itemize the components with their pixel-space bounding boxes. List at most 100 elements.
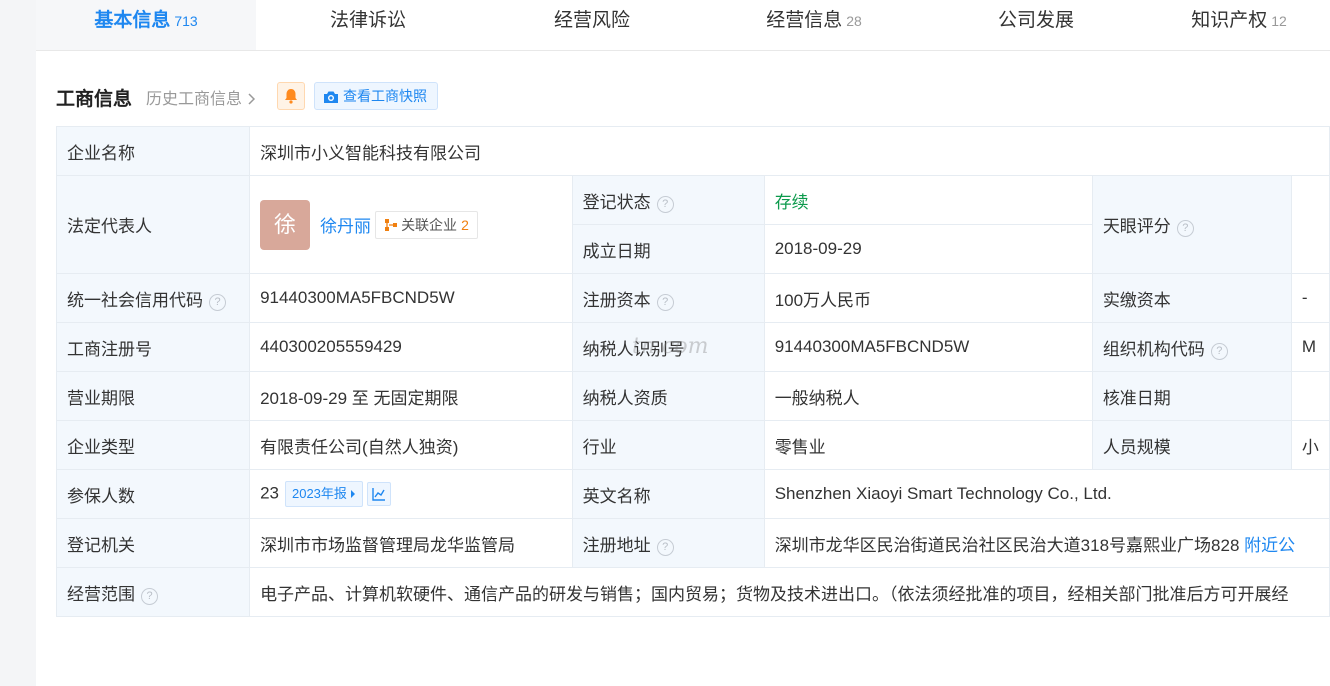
insured-value: 23	[260, 483, 279, 503]
term-value: 2018-09-29 至 无固定期限	[249, 371, 573, 421]
tab-label: 法律诉讼	[329, 10, 406, 31]
staff-label: 人员规模	[1091, 420, 1292, 470]
en-name-label: 英文名称	[571, 469, 765, 519]
insured-cell: 23 2023年报	[249, 469, 573, 519]
staff-value: 小	[1290, 420, 1330, 470]
table-row: 企业类型 有限责任公司(自然人独资) 行业 零售业 人员规模 小	[55, 420, 1330, 470]
authority-value: 深圳市市场监督管理局龙华监管局	[249, 518, 573, 568]
company-name-label: 企业名称	[55, 126, 251, 176]
help-icon[interactable]: ?	[656, 538, 674, 556]
history-link-label: 历史工商信息	[146, 91, 243, 108]
network-icon	[385, 218, 398, 231]
table-row: 登记机关 深圳市市场监督管理局龙华监管局 注册地址? 深圳市龙华区民治街道民治社…	[55, 518, 1330, 568]
related-label: 关联企业	[401, 216, 458, 233]
org-code-label: 组织机构代码	[1102, 339, 1205, 359]
address-cell: 深圳市龙华区民治街道民治社区民治大道318号嘉熙业广场828 附近公	[763, 518, 1330, 568]
bell-icon	[285, 89, 297, 104]
tab-basic-info[interactable]: 基本信息 713	[36, 0, 256, 50]
status-label: 登记状态	[582, 192, 651, 212]
help-icon[interactable]: ?	[1210, 342, 1228, 360]
score-value	[1290, 175, 1330, 274]
legal-rep-link[interactable]: 徐丹丽	[320, 217, 371, 236]
history-link[interactable]: 历史工商信息	[146, 85, 256, 109]
tab-label: 经营信息	[766, 10, 843, 31]
snapshot-label: 查看工商快照	[343, 88, 427, 104]
org-code-value: M	[1290, 322, 1330, 372]
paid-capital-label: 实缴资本	[1091, 273, 1292, 323]
reg-capital-value: 100万人民币	[763, 273, 1093, 323]
credit-code-label: 统一社会信用代码	[67, 290, 203, 310]
table-row: 经营范围? 电子产品、计算机软硬件、通信产品的研发与销售；国内贸易；货物及技术进…	[55, 567, 1330, 617]
legal-rep-label: 法定代表人	[55, 175, 251, 274]
tab-bar: 基本信息 713 法律诉讼 经营风险 经营信息 28 公司发展 知识产权 12	[36, 0, 1330, 51]
related-companies-button[interactable]: 关联企业 2	[375, 210, 478, 239]
related-count: 2	[461, 216, 469, 233]
help-icon[interactable]: ?	[141, 587, 158, 605]
credit-code-label-cell: 统一社会信用代码?	[55, 273, 251, 323]
company-name: 深圳市小义智能科技有限公司	[249, 126, 1330, 176]
scope-value: 电子产品、计算机软硬件、通信产品的研发与销售；国内贸易；货物及技术进出口。（依法…	[249, 567, 1330, 617]
tab-legal[interactable]: 法律诉讼	[258, 0, 478, 50]
reg-no-value: 440300205559429	[249, 322, 573, 372]
help-icon[interactable]: ?	[656, 195, 674, 213]
monitor-bell-button[interactable]	[277, 82, 305, 110]
en-name-value: Shenzhen Xiaoyi Smart Technology Co., Lt…	[763, 469, 1330, 519]
reg-capital-label-cell: 注册资本?	[571, 273, 765, 323]
taxpayer-id-label: 纳税人识别号	[571, 322, 765, 372]
address-label-cell: 注册地址?	[571, 518, 765, 568]
annual-report-button[interactable]: 2023年报	[284, 481, 363, 507]
org-code-label-cell: 组织机构代码?	[1091, 322, 1292, 372]
authority-label: 登记机关	[55, 518, 251, 568]
reg-capital-label: 注册资本	[582, 290, 651, 310]
taxpayer-id-value: 91440300MA5FBCND5W	[763, 322, 1093, 372]
trend-chart-button[interactable]	[366, 482, 391, 506]
section-title: 工商信息	[56, 89, 133, 110]
type-label: 企业类型	[55, 420, 251, 470]
tab-label: 知识产权	[1191, 10, 1268, 31]
tab-label: 经营风险	[553, 10, 630, 31]
avatar[interactable]: 徐	[260, 199, 311, 250]
tab-risk[interactable]: 经营风险	[482, 0, 702, 50]
status-label-cell: 登记状态?	[571, 175, 765, 225]
nearby-link[interactable]: 附近公	[1244, 536, 1295, 555]
help-icon[interactable]: ?	[1176, 220, 1194, 237]
industry-label: 行业	[571, 420, 765, 470]
insured-label: 参保人数	[55, 469, 251, 519]
table-row: 企业名称 深圳市小义智能科技有限公司	[55, 126, 1330, 176]
chevron-right-icon	[248, 93, 256, 105]
address-label: 注册地址	[582, 535, 651, 555]
caret-right-icon	[350, 490, 355, 498]
business-info-table: 企业名称 深圳市小义智能科技有限公司 法定代表人 徐徐丹丽 关联企业 2 登记状态?…	[55, 126, 1330, 617]
industry-value: 零售业	[763, 420, 1093, 470]
table-row: 工商注册号 440300205559429 纳税人识别号 91440300MA5…	[55, 322, 1330, 372]
table-row: 参保人数 23 2023年报 英文名称 Shenzhen Xiaoyi Smart…	[55, 469, 1330, 519]
status-value: 存续	[763, 175, 1093, 225]
approved-value	[1290, 371, 1330, 421]
scope-label-cell: 经营范围?	[55, 567, 251, 617]
scope-label: 经营范围	[67, 584, 135, 604]
legal-rep-cell: 徐徐丹丽 关联企业 2	[249, 175, 573, 274]
tab-label: 基本信息	[94, 10, 171, 31]
address-value: 深圳市龙华区民治街道民治社区民治大道318号嘉熙业广场828	[774, 535, 1240, 555]
reg-no-label: 工商注册号	[55, 322, 251, 372]
tab-label: 公司发展	[997, 10, 1074, 31]
credit-code-value: 91440300MA5FBCND5W	[249, 273, 573, 323]
term-label: 营业期限	[55, 371, 251, 421]
tab-count: 713	[174, 13, 198, 29]
table-row: 统一社会信用代码? 91440300MA5FBCND5W 注册资本? 100万人…	[55, 273, 1330, 323]
line-chart-icon	[372, 488, 385, 501]
help-icon[interactable]: ?	[656, 293, 674, 311]
tax-qual-value: 一般纳税人	[763, 371, 1093, 421]
tab-ip[interactable]: 知识产权 12	[1148, 0, 1330, 50]
annual-report-label: 2023年报	[291, 486, 347, 501]
table-row: 法定代表人 徐徐丹丽 关联企业 2 登记状态? 存续 天眼评分?	[55, 175, 1330, 274]
type-value: 有限责任公司(自然人独资)	[249, 420, 573, 470]
tab-business[interactable]: 经营信息 28	[704, 0, 924, 50]
help-icon[interactable]: ?	[209, 293, 226, 311]
table-row: 营业期限 2018-09-29 至 无固定期限 纳税人资质 一般纳税人 核准日期	[55, 371, 1330, 421]
company-info-card: 基本信息 713 法律诉讼 经营风险 经营信息 28 公司发展 知识产权 12 工商信…	[36, 0, 1330, 686]
tab-count: 28	[846, 13, 862, 29]
tab-development[interactable]: 公司发展	[926, 0, 1146, 50]
approved-label: 核准日期	[1091, 371, 1292, 421]
snapshot-button[interactable]: 查看工商快照	[314, 82, 438, 110]
